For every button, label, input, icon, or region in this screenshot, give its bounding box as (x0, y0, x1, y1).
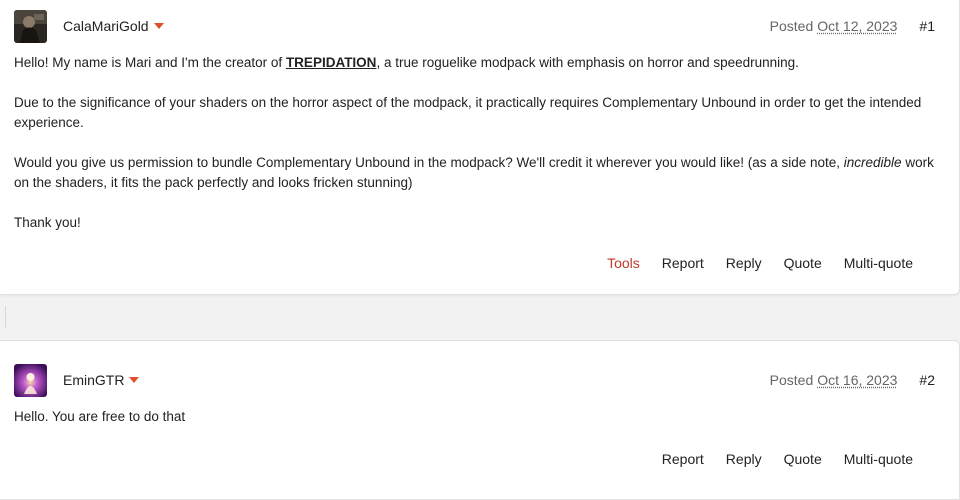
post-header: EminGTR Posted Oct 16, 2023 #2 (14, 363, 935, 397)
tools-button[interactable]: Tools (607, 255, 640, 271)
avatar[interactable] (14, 9, 47, 43)
author-name[interactable]: CalaMariGold (63, 18, 164, 34)
post-body: Hello. You are free to do that (14, 407, 939, 447)
quote-button[interactable]: Quote (784, 255, 822, 271)
caret-down-icon[interactable] (153, 23, 164, 29)
multi-quote-button[interactable]: Multi-quote (844, 255, 913, 271)
post-1: CalaMariGold Posted Oct 12, 2023 #1 Hell… (0, 0, 960, 295)
trepidation-link[interactable]: TREPIDATION (286, 55, 377, 70)
text: Hello! My name is Mari and I'm the creat… (14, 55, 286, 70)
paragraph: Hello. You are free to do that (14, 409, 186, 424)
caret-down-icon[interactable] (129, 377, 140, 383)
quote-button[interactable]: Quote (784, 451, 822, 467)
post-number-link[interactable]: #2 (919, 372, 935, 388)
post-number-link[interactable]: #1 (919, 18, 935, 34)
text: , a true roguelike modpack with emphasis… (376, 55, 799, 70)
reply-button[interactable]: Reply (726, 451, 762, 467)
author-name[interactable]: EminGTR (63, 372, 140, 388)
post-actions: Tools Report Reply Quote Multi-quote (585, 255, 913, 271)
emphasis-text: incredible (843, 155, 902, 170)
report-button[interactable]: Report (662, 451, 704, 467)
post-2: EminGTR Posted Oct 16, 2023 #2 Hello. Yo… (0, 340, 960, 500)
post-body: Hello! My name is Mari and I'm the creat… (14, 53, 939, 253)
post-header: CalaMariGold Posted Oct 12, 2023 #1 (14, 9, 935, 43)
post-actions: Report Reply Quote Multi-quote (640, 451, 913, 467)
report-button[interactable]: Report (662, 255, 704, 271)
post-meta: Posted Oct 12, 2023 #1 (770, 18, 935, 34)
paragraph: Hello! My name is Mari and I'm the creat… (14, 53, 939, 73)
post-date[interactable]: Oct 16, 2023 (817, 372, 897, 388)
multi-quote-button[interactable]: Multi-quote (844, 451, 913, 467)
posted-label: Posted (769, 18, 814, 34)
author-name-text[interactable]: EminGTR (63, 372, 124, 388)
paragraph: Thank you! (14, 215, 81, 230)
post-meta: Posted Oct 16, 2023 #2 (770, 372, 935, 388)
post-date[interactable]: Oct 12, 2023 (817, 18, 897, 34)
divider (5, 306, 6, 328)
reply-button[interactable]: Reply (726, 255, 762, 271)
text: Would you give us permission to bundle C… (14, 155, 844, 170)
avatar[interactable] (14, 363, 47, 397)
posted-label: Posted (769, 372, 814, 388)
paragraph: Would you give us permission to bundle C… (14, 153, 939, 193)
paragraph: Due to the significance of your shaders … (14, 95, 922, 130)
author-name-text[interactable]: CalaMariGold (63, 18, 149, 34)
